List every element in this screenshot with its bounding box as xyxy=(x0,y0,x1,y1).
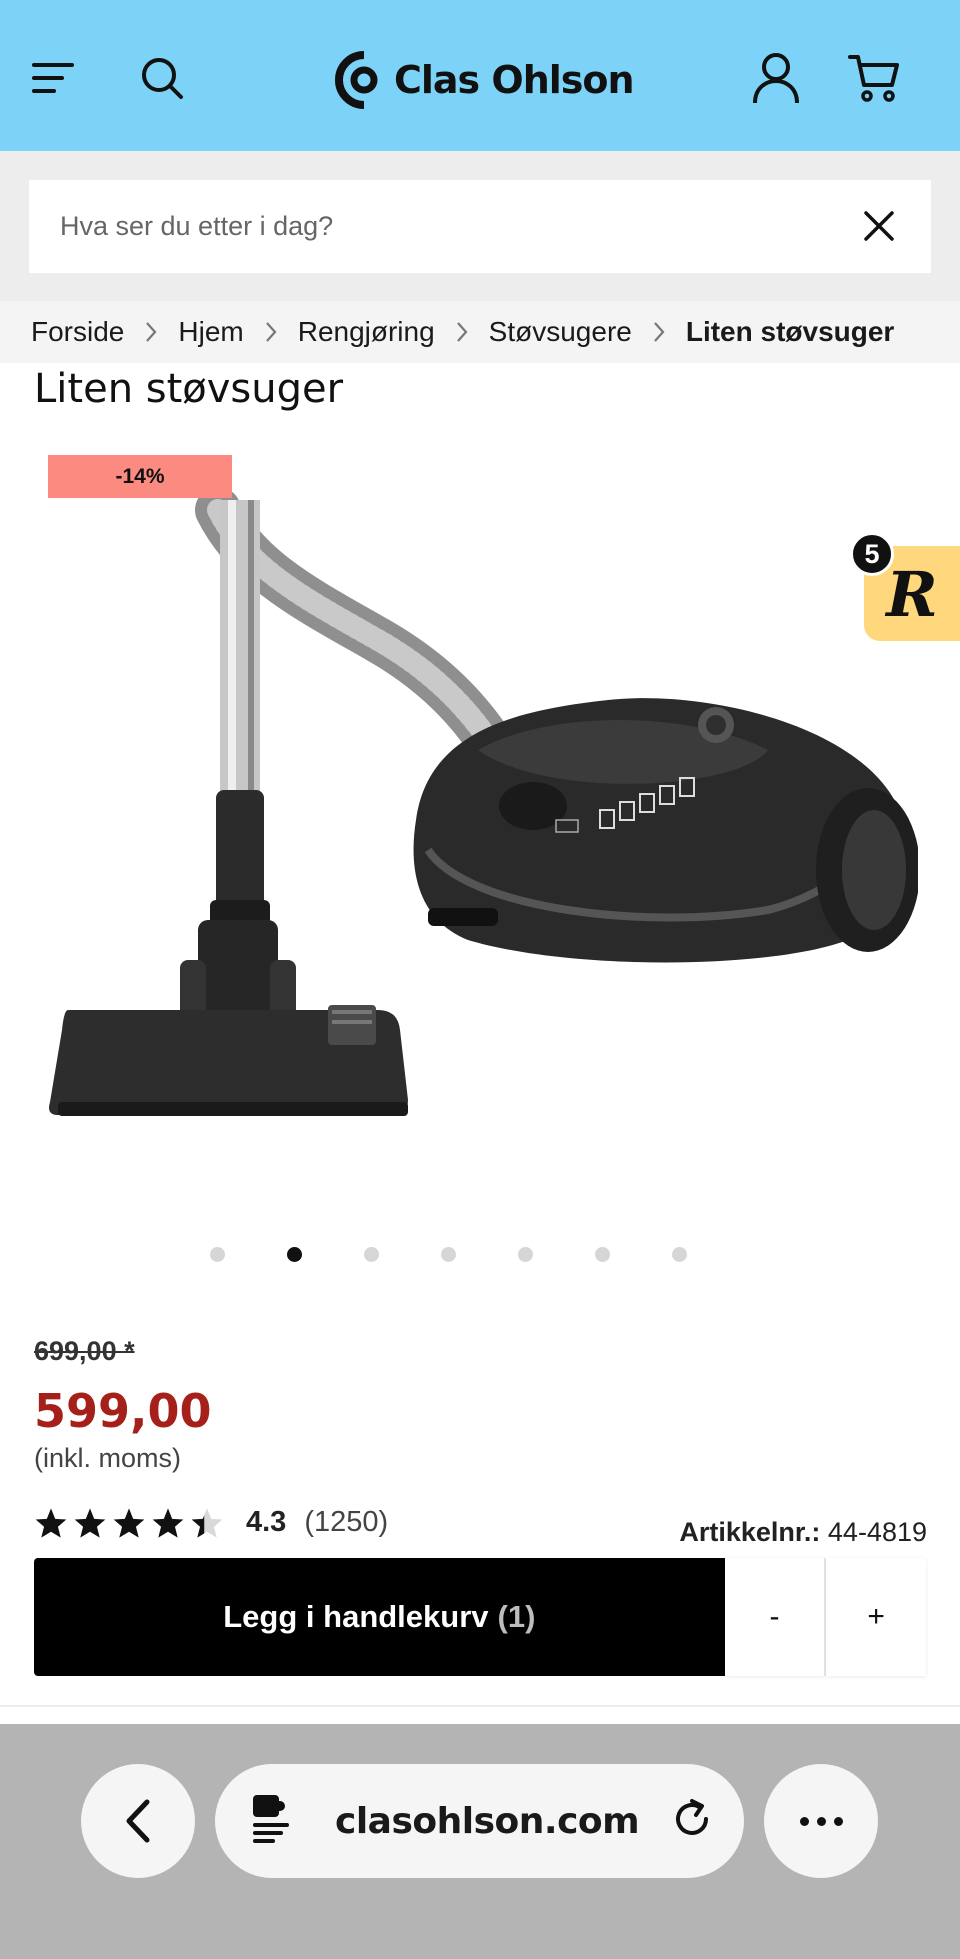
more-dot xyxy=(816,1816,826,1826)
carousel-dot-active[interactable] xyxy=(287,1247,302,1262)
carousel-dot[interactable] xyxy=(441,1247,456,1262)
add-to-cart-button[interactable]: Legg i handlekurv (1) xyxy=(34,1558,725,1676)
section-divider xyxy=(0,1705,960,1707)
breadcrumb-current: Liten støvsuger xyxy=(685,316,895,347)
carousel-dot[interactable] xyxy=(518,1247,533,1262)
breadcrumb-hjem[interactable]: Hjem xyxy=(178,316,243,348)
reader-icon[interactable] xyxy=(251,1793,293,1852)
back-button[interactable] xyxy=(81,1764,195,1878)
close-icon[interactable] xyxy=(855,202,903,250)
rating-stars xyxy=(34,1507,224,1539)
product-rating[interactable]: 4.3 (1250) xyxy=(34,1506,388,1539)
star-icon xyxy=(113,1507,145,1538)
chevron-right-icon xyxy=(652,321,666,343)
image-carousel-dots xyxy=(210,1247,687,1262)
article-number: Artikkelnr.: 44-4819 xyxy=(679,1517,927,1548)
vat-note: (inkl. moms) xyxy=(34,1443,181,1473)
back-icon xyxy=(126,1799,150,1843)
article-value: 44-4819 xyxy=(827,1517,927,1547)
star-icon xyxy=(152,1507,184,1538)
rating-value: 4.3 xyxy=(246,1506,287,1538)
site-header: Clas Ohlson xyxy=(0,0,960,151)
product-image[interactable] xyxy=(48,490,918,1230)
more-dot xyxy=(833,1816,843,1826)
add-to-cart-count: (1) xyxy=(497,1599,536,1634)
breadcrumb-fade xyxy=(900,301,960,363)
star-half-icon xyxy=(191,1507,223,1538)
review-badge-count: 5 xyxy=(850,532,894,576)
quantity-increase-button[interactable]: + xyxy=(826,1558,927,1676)
account-icon[interactable] xyxy=(748,50,804,106)
carousel-dot[interactable] xyxy=(210,1247,225,1262)
review-badge-letter: R xyxy=(886,558,938,631)
url-text: clasohlson.com xyxy=(335,1800,640,1842)
add-to-cart-label: Legg i handlekurv xyxy=(223,1599,489,1634)
quantity-decrease-button[interactable]: - xyxy=(724,1558,825,1676)
current-price: 599,00 xyxy=(34,1384,212,1438)
add-to-cart-row: Legg i handlekurv (1) - + xyxy=(34,1558,927,1676)
rating-count: (1250) xyxy=(304,1506,389,1538)
chevron-right-icon xyxy=(264,321,278,343)
chevron-right-icon xyxy=(144,321,158,343)
breadcrumb-stovsugere[interactable]: Støvsugere xyxy=(489,316,632,348)
cart-icon[interactable] xyxy=(846,50,902,106)
address-bar[interactable]: clasohlson.com xyxy=(215,1764,744,1878)
breadcrumb-home[interactable]: Forside xyxy=(31,316,124,348)
product-title: Liten støvsuger xyxy=(34,366,344,412)
more-dot xyxy=(799,1816,809,1826)
search-input[interactable] xyxy=(60,211,840,242)
search-icon[interactable] xyxy=(134,50,190,106)
breadcrumb-rengjoring[interactable]: Rengjøring xyxy=(298,316,435,348)
star-icon xyxy=(35,1507,67,1538)
old-price: 699,00 * xyxy=(34,1336,135,1366)
menu-icon[interactable] xyxy=(26,50,82,106)
breadcrumb: Forside Hjem Rengjøring Støvsugere Liten… xyxy=(0,301,960,363)
carousel-dot[interactable] xyxy=(364,1247,379,1262)
article-label: Artikkelnr.: xyxy=(679,1517,821,1547)
star-icon xyxy=(74,1507,106,1538)
reload-icon[interactable] xyxy=(670,1797,714,1846)
carousel-dot[interactable] xyxy=(672,1247,687,1262)
more-icon[interactable] xyxy=(764,1764,878,1878)
brand-logo[interactable]: Clas Ohlson xyxy=(334,50,635,110)
brand-name: Clas Ohlson xyxy=(394,58,635,102)
search-box xyxy=(29,180,931,273)
discount-badge: -14% xyxy=(48,455,232,498)
carousel-dot[interactable] xyxy=(595,1247,610,1262)
clas-ohlson-logo xyxy=(335,51,378,109)
chevron-right-icon xyxy=(455,321,469,343)
